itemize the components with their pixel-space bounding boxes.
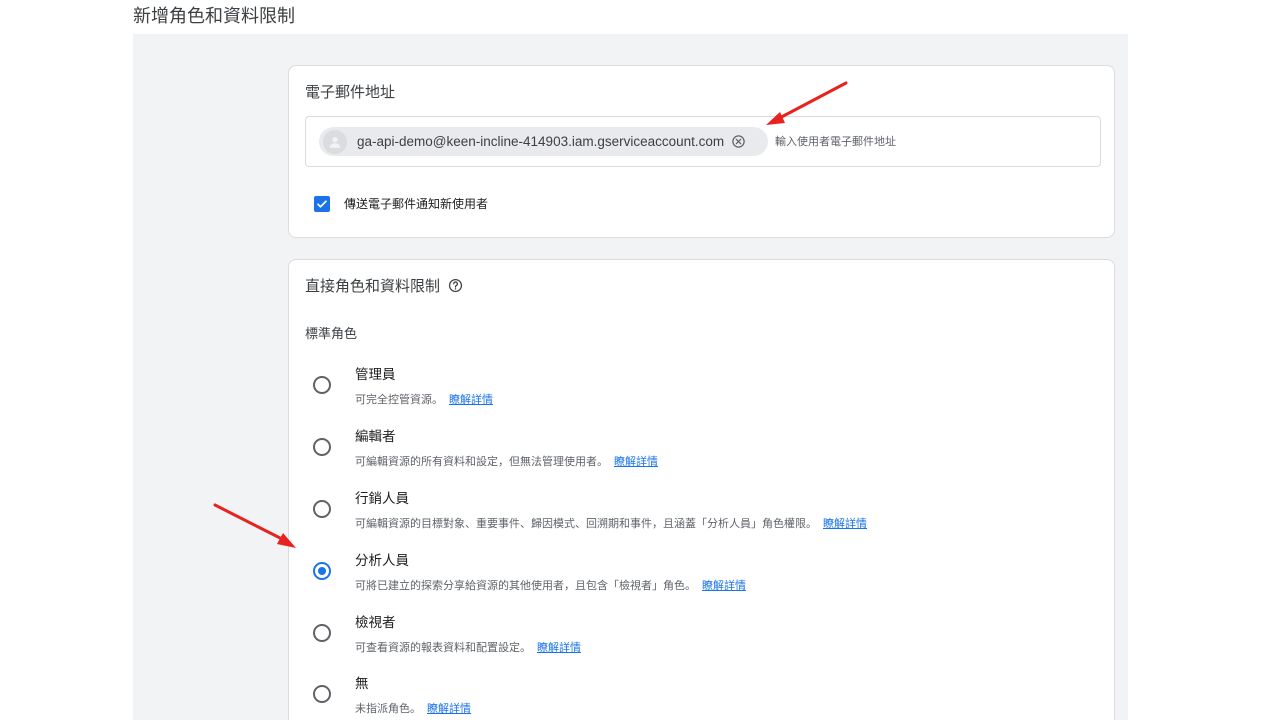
role-analyst-radio[interactable]: [313, 562, 331, 580]
learn-more-link[interactable]: 瞭解詳情: [614, 455, 658, 468]
role-viewer[interactable]: 檢視者 可查看資源的報表資料和配置設定。 瞭解詳情: [313, 609, 1093, 665]
role-name: 管理員: [355, 367, 396, 383]
notify-checkbox[interactable]: [314, 195, 330, 212]
email-card: 電子郵件地址 ga-api-demo@keen-incline-414903.i…: [288, 65, 1115, 238]
role-marketer[interactable]: 行銷人員 可編輯資源的目標對象、重要事件、歸因模式、回溯期和事件，且涵蓋「分析人…: [313, 485, 1093, 541]
learn-more-link[interactable]: 瞭解詳情: [823, 517, 867, 530]
notify-label: 傳送電子郵件通知新使用者: [344, 197, 489, 211]
role-none-radio[interactable]: [313, 685, 331, 703]
role-name: 編輯者: [355, 429, 396, 445]
standard-roles-label: 標準角色: [305, 327, 358, 342]
role-viewer-radio[interactable]: [313, 624, 331, 642]
role-editor-radio[interactable]: [313, 438, 331, 456]
role-desc-text: 可編輯資源的所有資料和設定，但無法管理使用者。: [355, 455, 608, 468]
remove-chip-icon[interactable]: [730, 134, 746, 150]
role-desc-text: 可查看資源的報表資料和配置設定。: [355, 641, 531, 654]
role-description: 可將已建立的探索分享給資源的其他使用者，且包含「檢視者」角色。 瞭解詳情: [355, 577, 746, 593]
role-desc-text: 未指派角色。: [355, 702, 421, 715]
role-description: 可查看資源的報表資料和配置設定。 瞭解詳情: [355, 639, 581, 655]
roles-card-title: 直接角色和資料限制: [305, 275, 464, 296]
role-admin-radio[interactable]: [313, 376, 331, 394]
learn-more-link[interactable]: 瞭解詳情: [449, 393, 493, 406]
learn-more-link[interactable]: 瞭解詳情: [427, 702, 471, 715]
role-name: 分析人員: [355, 553, 409, 569]
checkmark-icon: [317, 199, 327, 208]
page-title: 新增角色和資料限制: [133, 6, 295, 27]
role-desc-text: 可編輯資源的目標對象、重要事件、歸因模式、回溯期和事件，且涵蓋「分析人員」角色權…: [355, 517, 817, 530]
role-name: 無: [355, 676, 369, 692]
role-description: 可編輯資源的所有資料和設定，但無法管理使用者。 瞭解詳情: [355, 453, 658, 469]
email-input[interactable]: [775, 135, 1085, 148]
role-editor[interactable]: 編輯者 可編輯資源的所有資料和設定，但無法管理使用者。 瞭解詳情: [313, 423, 1093, 479]
role-name: 行銷人員: [355, 491, 409, 507]
person-icon: [323, 129, 347, 154]
email-chip: ga-api-demo@keen-incline-414903.iam.gser…: [319, 127, 768, 156]
email-input-box[interactable]: ga-api-demo@keen-incline-414903.iam.gser…: [305, 116, 1101, 167]
role-description: 可完全控管資源。 瞭解詳情: [355, 391, 493, 407]
learn-more-link[interactable]: 瞭解詳情: [702, 579, 746, 592]
role-description: 可編輯資源的目標對象、重要事件、歸因模式、回溯期和事件，且涵蓋「分析人員」角色權…: [355, 515, 867, 531]
roles-card: 直接角色和資料限制 標準角色 管理員 可完全控管資源。 瞭解詳情 編輯者 可編輯資…: [288, 259, 1115, 720]
email-chip-text: ga-api-demo@keen-incline-414903.iam.gser…: [357, 134, 725, 149]
role-none[interactable]: 無 未指派角色。 瞭解詳情: [313, 670, 1093, 720]
email-card-title: 電子郵件地址: [305, 83, 396, 101]
role-analyst[interactable]: 分析人員 可將已建立的探索分享給資源的其他使用者，且包含「檢視者」角色。 瞭解詳情: [313, 547, 1093, 603]
annotation-arrow: [766, 81, 848, 125]
role-description: 未指派角色。 瞭解詳情: [355, 700, 471, 716]
role-desc-text: 可將已建立的探索分享給資源的其他使用者，且包含「檢視者」角色。: [355, 579, 696, 592]
role-admin[interactable]: 管理員 可完全控管資源。 瞭解詳情: [313, 361, 1093, 417]
role-name: 檢視者: [355, 615, 396, 631]
notify-row[interactable]: 傳送電子郵件通知新使用者: [314, 195, 488, 212]
learn-more-link[interactable]: 瞭解詳情: [537, 641, 581, 654]
role-marketer-radio[interactable]: [313, 500, 331, 518]
roles-card-title-text: 直接角色和資料限制: [305, 277, 441, 295]
annotation-arrow: [213, 503, 296, 548]
role-desc-text: 可完全控管資源。: [355, 393, 443, 406]
help-icon[interactable]: [448, 278, 464, 294]
